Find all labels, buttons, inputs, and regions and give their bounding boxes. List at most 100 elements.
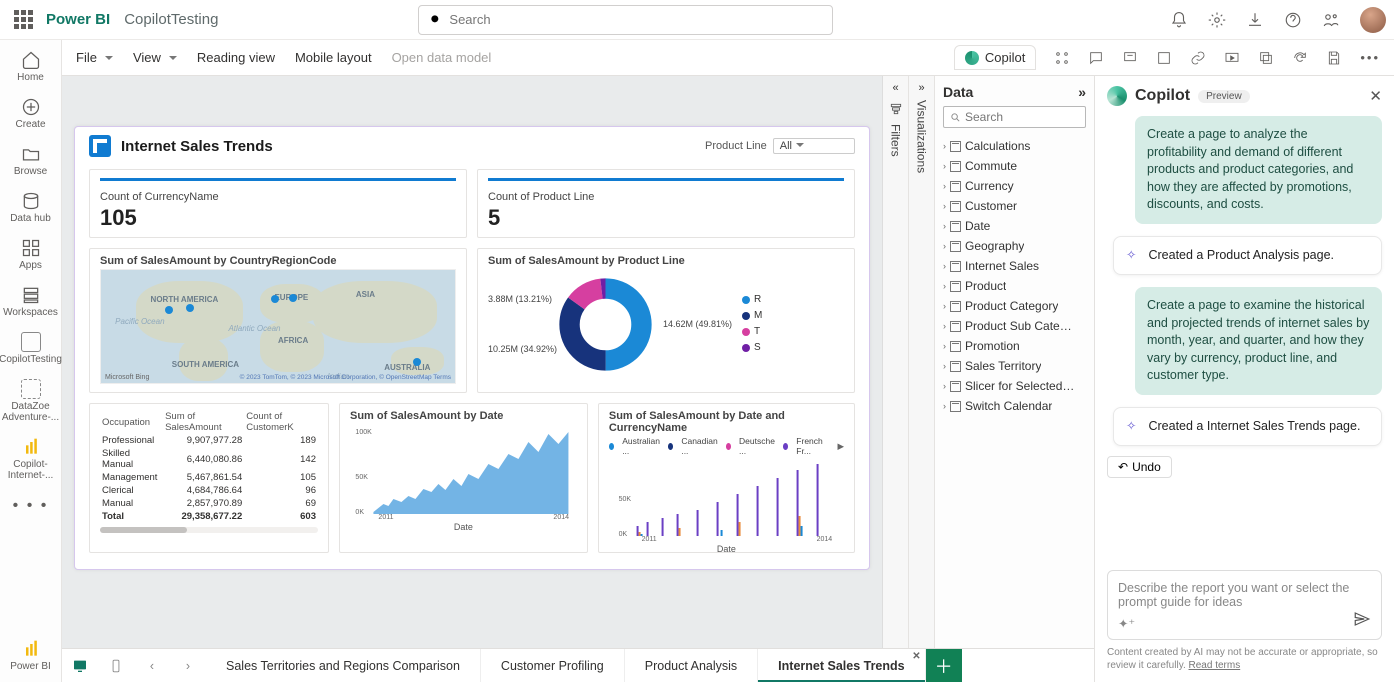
table-scrollbar-horizontal[interactable] xyxy=(100,527,318,533)
copy-icon[interactable] xyxy=(1258,50,1274,66)
data-table-item[interactable]: ›Product Category xyxy=(943,296,1086,316)
data-table-item[interactable]: ›Customer xyxy=(943,196,1086,216)
copilot-button[interactable]: Copilot xyxy=(954,45,1036,70)
data-table-item[interactable]: ›Calculations xyxy=(943,136,1086,156)
visual-stacked-sales-by-date-ccy[interactable]: Sum of SalesAmount by Date and CurrencyN… xyxy=(598,403,855,553)
data-panel-collapse[interactable]: » xyxy=(1078,84,1086,100)
save-icon[interactable] xyxy=(1326,50,1342,66)
data-table-item[interactable]: ›Internet Sales xyxy=(943,256,1086,276)
nav-home[interactable]: Home xyxy=(0,46,61,87)
data-table-item[interactable]: ›Sales Territory xyxy=(943,356,1086,376)
page-tab[interactable]: Sales Territories and Regions Comparison xyxy=(206,649,481,682)
report-canvas[interactable]: Internet Sales Trends Product Line All C… xyxy=(74,126,870,570)
app-launcher-icon[interactable] xyxy=(14,10,34,30)
ribbon-more[interactable]: ••• xyxy=(1360,50,1380,65)
search-placeholder: Search xyxy=(449,12,490,27)
nav-powerbi-home[interactable]: Power BI xyxy=(0,635,61,676)
nav-copilot-internet[interactable]: Copilot-Internet-... xyxy=(0,433,61,485)
data-search-input[interactable]: Search xyxy=(943,106,1086,128)
svg-text:0K: 0K xyxy=(618,531,627,538)
desktop-view-icon[interactable] xyxy=(62,658,98,674)
breadcrumb-workspace[interactable]: CopilotTesting xyxy=(124,11,218,28)
data-table-item[interactable]: ›Currency xyxy=(943,176,1086,196)
chat-msg-system-1[interactable]: ✧Created a Product Analysis page. xyxy=(1113,236,1382,276)
link-icon[interactable] xyxy=(1190,50,1206,66)
svg-text:50K: 50K xyxy=(618,496,631,503)
table-row: Skilled Manual6,440,080.86142 xyxy=(100,447,318,471)
btn-open-data-model: Open data model xyxy=(392,50,492,65)
kpi-productline-count[interactable]: Count of Product Line 5 xyxy=(477,169,855,238)
data-panel: Data» Search ›Calculations›Commute›Curre… xyxy=(934,76,1094,682)
read-terms-link[interactable]: Read terms xyxy=(1189,660,1241,671)
undo-button[interactable]: ↶ Undo xyxy=(1107,456,1172,478)
page-tab[interactable]: Internet Sales Trends✕ xyxy=(758,649,925,682)
menu-view[interactable]: View xyxy=(133,50,177,65)
mobile-view-icon[interactable] xyxy=(98,658,134,674)
settings-icon[interactable] xyxy=(1208,11,1226,29)
data-table-item[interactable]: ›Slicer for Selected Mea... xyxy=(943,376,1086,396)
nav-datahub[interactable]: Data hub xyxy=(0,187,61,228)
bookmark-icon[interactable] xyxy=(1122,50,1138,66)
global-search-input[interactable]: Search xyxy=(418,5,833,35)
close-button[interactable]: ✕ xyxy=(1369,87,1382,105)
visual-donut-sales-by-productline[interactable]: Sum of SalesAmount by Product Line 3.88M… xyxy=(477,248,855,393)
visual-table-occupation[interactable]: OccupationSum of SalesAmountCount of Cus… xyxy=(89,403,329,553)
left-nav-rail: Home Create Browse Data hub Apps Workspa… xyxy=(0,40,62,682)
filters-panel-collapsed[interactable]: « Filters xyxy=(882,76,908,682)
tab-nav-next[interactable]: › xyxy=(170,659,206,673)
data-table-item[interactable]: ›Promotion xyxy=(943,336,1086,356)
page-tab[interactable]: Customer Profiling xyxy=(481,649,625,682)
data-table-item[interactable]: ›Date xyxy=(943,216,1086,236)
send-button[interactable] xyxy=(1353,610,1371,631)
explore-icon[interactable] xyxy=(1054,50,1070,66)
svg-text:2014: 2014 xyxy=(816,536,832,543)
product-line-slicer[interactable]: All xyxy=(773,138,855,154)
svg-text:0K: 0K xyxy=(355,509,364,516)
nav-apps[interactable]: Apps xyxy=(0,234,61,275)
menu-file[interactable]: File xyxy=(76,50,113,65)
refresh-icon[interactable] xyxy=(1292,50,1308,66)
visualizations-label: Visualizations xyxy=(915,100,929,173)
data-table-item[interactable]: ›Product xyxy=(943,276,1086,296)
page-tab[interactable]: Product Analysis xyxy=(625,649,758,682)
present-icon[interactable] xyxy=(1224,50,1240,66)
copilot-panel: Copilot Preview ✕ Create a page to analy… xyxy=(1094,76,1394,682)
table-row: Professional9,907,977.28189 xyxy=(100,434,318,447)
help-icon[interactable] xyxy=(1284,11,1302,29)
stacked-chart: 50K 0K 2011 2014 xyxy=(609,456,844,541)
kpi-currency-count[interactable]: Count of CurrencyName 105 xyxy=(89,169,467,238)
filters-label: Filters xyxy=(889,124,903,157)
data-table-item[interactable]: ›Commute xyxy=(943,156,1086,176)
svg-text:50K: 50K xyxy=(355,474,368,481)
comment-icon[interactable] xyxy=(1088,50,1104,66)
close-tab-icon[interactable]: ✕ xyxy=(912,651,920,662)
data-table-item[interactable]: ›Product Sub Category xyxy=(943,316,1086,336)
nav-ws-copilottesting[interactable]: CopilotTesting xyxy=(0,328,61,369)
tab-nav-prev[interactable]: ‹ xyxy=(134,659,170,673)
visual-map-sales-by-country[interactable]: Sum of SalesAmount by CountryRegionCode … xyxy=(89,248,467,393)
view-icon[interactable] xyxy=(1156,50,1172,66)
chat-msg-user-1: Create a page to analyze the profitabili… xyxy=(1135,116,1382,224)
svg-text:2011: 2011 xyxy=(378,514,393,521)
nav-workspaces[interactable]: Workspaces xyxy=(0,281,61,322)
nav-more[interactable]: • • • xyxy=(13,497,49,515)
download-icon[interactable] xyxy=(1246,11,1264,29)
nav-datazoe[interactable]: DataZoe Adventure-... xyxy=(0,375,61,427)
btn-reading-view[interactable]: Reading view xyxy=(197,50,275,65)
chat-msg-system-2[interactable]: ✧Created a Internet Sales Trends page. xyxy=(1113,407,1382,447)
nav-create[interactable]: Create xyxy=(0,93,61,134)
persona-icon[interactable] xyxy=(1322,11,1340,29)
nav-browse[interactable]: Browse xyxy=(0,140,61,181)
data-table-item[interactable]: ›Geography xyxy=(943,236,1086,256)
btn-mobile-layout[interactable]: Mobile layout xyxy=(295,50,372,65)
notification-icon[interactable] xyxy=(1170,11,1188,29)
data-table-item[interactable]: ›Switch Calendar xyxy=(943,396,1086,416)
add-page-button[interactable]: ＋ xyxy=(926,649,962,682)
visual-area-sales-by-date[interactable]: Sum of SalesAmount by Date 100K 50K 0K 2… xyxy=(339,403,588,553)
filter-icon xyxy=(889,102,903,116)
copilot-prompt-input[interactable]: Describe the report you want or select t… xyxy=(1107,570,1382,640)
visualizations-panel-collapsed[interactable]: » Visualizations xyxy=(908,76,934,682)
avatar[interactable] xyxy=(1360,7,1386,33)
chat-msg-user-2: Create a page to examine the historical … xyxy=(1135,287,1382,395)
sparkle-icon[interactable]: ✦⁺ xyxy=(1118,616,1135,631)
